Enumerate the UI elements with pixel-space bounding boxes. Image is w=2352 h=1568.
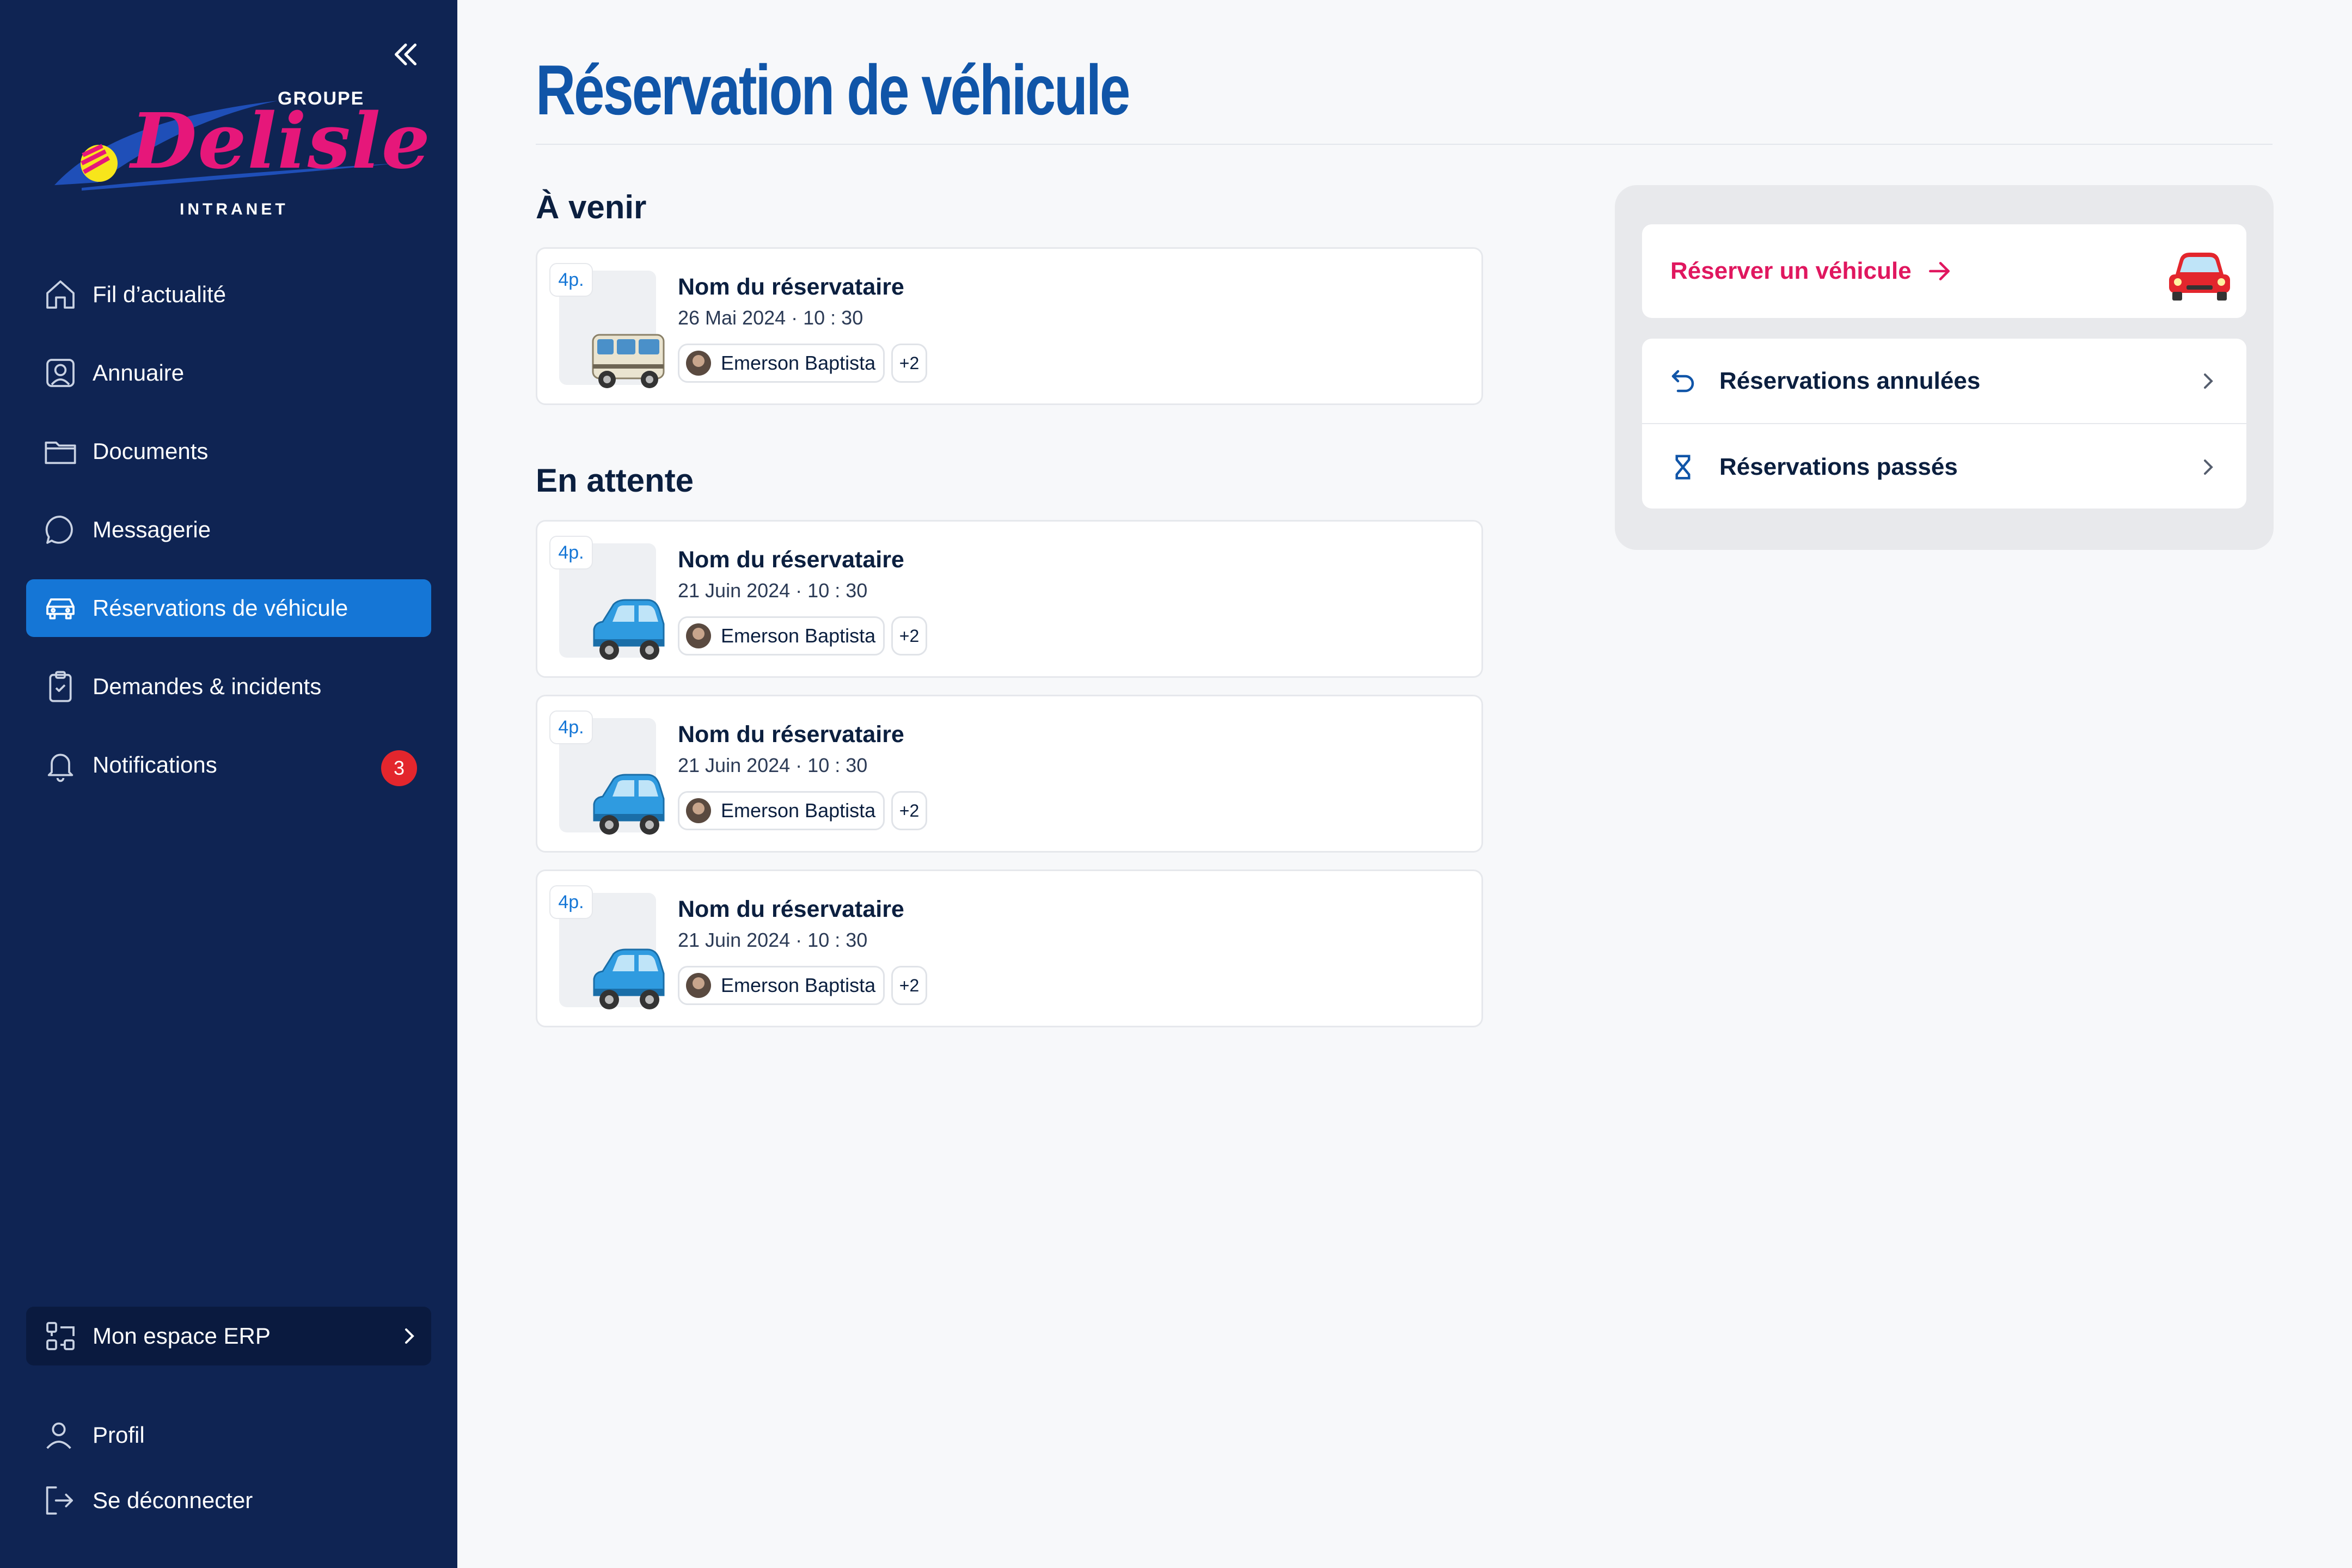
nav-item-messagerie[interactable]: Messagerie [26,501,431,559]
page-title: Réservation de véhicule [536,50,1130,130]
upcoming-heading: À venir [536,189,647,225]
reservation-date: 26 Mai 2024 · 10 : 30 [678,307,863,329]
reservation-card-pending[interactable]: 4p. Nom du réservataire 21 Juin 2024 · 1… [536,520,1483,678]
reserve-vehicle-button[interactable]: Réserver un véhicule [1642,224,2246,318]
hourglass-icon [1675,455,1690,480]
nav-item-label: Messagerie [93,517,211,542]
chevron-right-icon [2204,460,2213,475]
reservation-date: 21 Juin 2024 · 10 : 30 [678,754,868,776]
bell-icon [41,746,79,784]
logo-brand-text: Delisle [131,97,431,186]
nav-item-label: Annuaire [93,360,185,385]
participant-chip[interactable]: Emerson Baptista [678,616,885,656]
avatar [686,351,711,376]
logout-label: Se déconnecter [93,1487,253,1513]
nav-item-demandes-incidents[interactable]: Demandes & incidents [26,658,431,715]
seat-count-badge: 4p. [549,710,593,744]
reservation-date: 21 Juin 2024 · 10 : 30 [678,929,868,951]
more-participants-badge[interactable]: +2 [891,344,927,383]
reserver-name: Nom du réservataire [678,274,904,300]
reservation-card-upcoming[interactable]: 4p. Nom du réservataire 26 Mai 2024 · 10… [536,247,1483,405]
reservation-card-pending[interactable]: 4p. Nom du réservataire 21 Juin 2024 · 1… [536,695,1483,853]
list-divider [1642,423,2246,424]
erp-grid-icon [41,1317,79,1355]
seat-count-badge: 4p. [549,263,593,297]
pending-heading: En attente [536,462,694,499]
more-participants-badge[interactable]: +2 [891,616,927,656]
red-car-icon [2169,253,2230,301]
chevron-right-icon [405,1328,414,1344]
logo-intranet-text: INTRANET [180,200,289,218]
nav-item-label: Documents [93,438,209,464]
past-reservations-link[interactable]: Réservations passés [1642,425,2246,510]
nav-item-label: Réservations de véhicule [93,595,348,621]
seat-count-badge: 4p. [549,885,593,919]
erp-label: Mon espace ERP [93,1323,271,1349]
reserve-vehicle-label: Réserver un véhicule [1670,258,1912,284]
user-icon [41,1418,76,1453]
nav-item-label: Notifications [93,752,217,777]
undo-arrow-icon [1671,370,1694,393]
cancelled-reservations-link[interactable]: Réservations annulées [1642,339,2246,424]
title-divider [536,144,2273,145]
van-icon [592,334,665,388]
sidebar: GROUPE Delisle INTRANET Fil d’actualité … [0,0,457,1568]
arrow-right-icon [1928,262,1950,280]
cancelled-reservations-label: Réservations annulées [1719,367,1981,394]
reservation-date: 21 Juin 2024 · 10 : 30 [678,579,868,602]
contact-card-icon [41,354,79,392]
clipboard-check-icon [41,667,79,706]
more-participants-badge[interactable]: +2 [891,966,927,1005]
nav-item-documents[interactable]: Documents [26,422,431,480]
car-icon [41,589,79,627]
car-icon [593,774,665,835]
logout-icon [41,1483,76,1518]
participant-chip[interactable]: Emerson Baptista [678,966,885,1005]
collapse-sidebar-button[interactable] [381,33,430,76]
participant-name: Emerson Baptista [721,624,876,647]
nav-item-annuaire[interactable]: Annuaire [26,344,431,402]
car-icon [593,599,665,660]
reserver-name: Nom du réservataire [678,547,904,573]
home-icon [41,275,79,314]
notification-count-badge: 3 [381,750,417,786]
avatar [686,623,711,648]
reservation-actions-panel: Réserver un véhicule Réservations annulé… [1615,185,2274,550]
avatar [686,798,711,823]
participant-name: Emerson Baptista [721,974,876,996]
logout-link[interactable]: Se déconnecter [41,1479,253,1522]
profil-link[interactable]: Profil [41,1413,145,1457]
reserver-name: Nom du réservataire [678,896,904,922]
chevron-right-icon [2204,373,2213,389]
groupe-delisle-logo: GROUPE Delisle INTRANET [49,82,430,229]
nav-item-reservations-vehicule[interactable]: Réservations de véhicule [26,579,431,637]
participant-chip[interactable]: Emerson Baptista [678,791,885,830]
avatar [686,973,711,998]
reservation-card-pending[interactable]: 4p. Nom du réservataire 21 Juin 2024 · 1… [536,869,1483,1027]
reserver-name: Nom du réservataire [678,721,904,748]
more-participants-badge[interactable]: +2 [891,791,927,830]
nav-item-fil-actualite[interactable]: Fil d’actualité [26,266,431,323]
nav-item-notifications[interactable]: Notifications 3 [26,736,431,794]
participant-name: Emerson Baptista [721,799,876,822]
seat-count-badge: 4p. [549,536,593,569]
nav-item-label: Fil d’actualité [93,281,226,307]
folder-icon [41,432,79,470]
profil-label: Profil [93,1422,145,1448]
past-reservations-label: Réservations passés [1719,454,1958,480]
participant-chip[interactable]: Emerson Baptista [678,344,885,383]
reservation-history-list: Réservations annulées Réservations passé… [1642,339,2246,509]
participant-name: Emerson Baptista [721,352,876,374]
chat-bubble-icon [41,511,79,549]
nav-item-label: Demandes & incidents [93,673,322,699]
double-chevron-left-icon [395,44,416,65]
car-icon [593,948,665,1009]
mon-espace-erp-button[interactable]: Mon espace ERP [26,1307,431,1365]
